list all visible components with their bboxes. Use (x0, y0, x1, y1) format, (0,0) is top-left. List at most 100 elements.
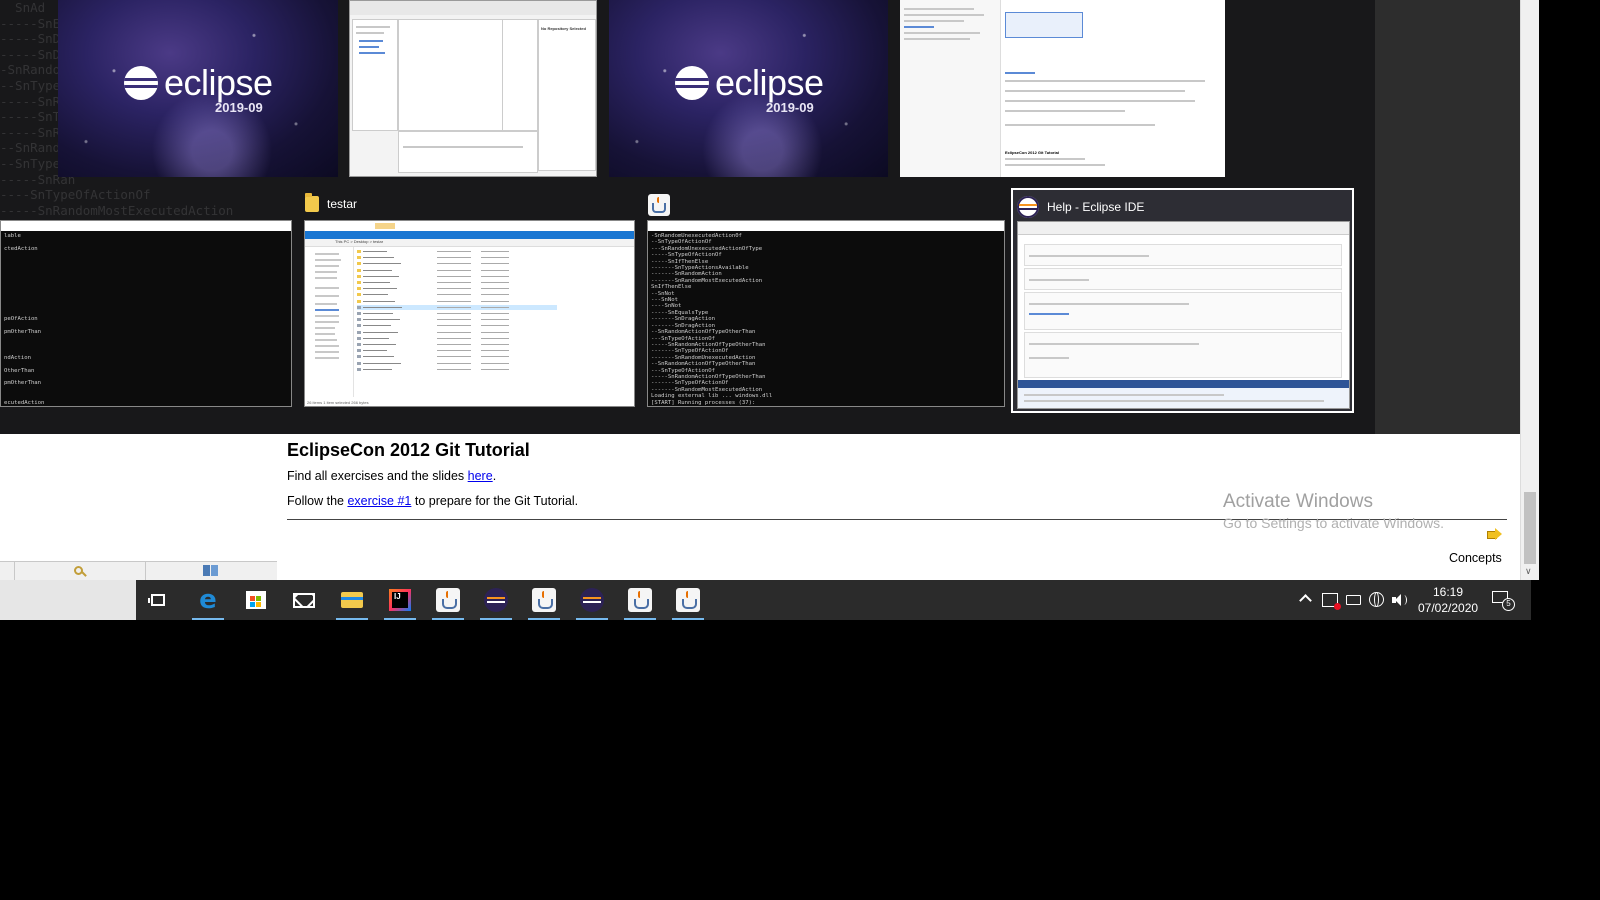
explorer-path: This PC > Desktop > testar (335, 239, 384, 244)
git-repositories-view: No Repository Selected (538, 19, 596, 171)
clock-time: 16:19 (1432, 585, 1464, 599)
clock-date: 07/02/2020 (1418, 601, 1479, 615)
mail-icon[interactable] (284, 580, 324, 620)
file-row[interactable] (357, 317, 557, 322)
file-row[interactable] (357, 367, 557, 372)
scroll-down-arrow-icon[interactable]: ∨ (1525, 566, 1532, 577)
here-link[interactable]: here (468, 469, 493, 483)
eclipse-splash-thumbnail-2[interactable]: eclipse 2019-09 (609, 0, 888, 177)
console-output-java: -SnRandomUnexecutedAction0f --SnTypeOfAc… (651, 233, 860, 406)
explorer-address-bar: This PC > Desktop > testar (305, 239, 634, 247)
file-row[interactable] (357, 268, 557, 273)
eclipse-icon[interactable] (476, 580, 516, 620)
eclipse-wordmark: eclipse (715, 62, 824, 103)
file-explorer-icon[interactable] (332, 580, 372, 620)
file-row[interactable] (357, 274, 557, 279)
eclipse-ide-thumbnail[interactable]: No Repository Selected (349, 0, 597, 177)
problems-view (398, 131, 538, 173)
file-row[interactable] (357, 311, 557, 316)
vertical-scrollbar[interactable]: ∨ (1520, 0, 1539, 580)
follow-line: Follow the exercise #1 to prepare for th… (287, 494, 579, 508)
help-toc-pane (0, 434, 278, 580)
help-toc-tabs (0, 561, 277, 581)
folder-icon (305, 193, 319, 212)
clock[interactable]: 16:19 07/02/2020 (1418, 585, 1478, 615)
security-warning-icon[interactable] (1322, 593, 1341, 610)
intellij-icon[interactable]: IJ (380, 580, 420, 620)
volume-speaker-icon[interactable] (1391, 592, 1407, 608)
bookmarks-book-icon[interactable] (203, 565, 219, 577)
file-row[interactable] (357, 354, 557, 359)
file-row[interactable] (357, 280, 557, 285)
no-repository-label: No Repository Selected (541, 26, 586, 31)
exercise-1-link[interactable]: exercise #1 (347, 494, 411, 508)
file-row[interactable] (357, 304, 557, 310)
exercises-line: Find all exercises and the slides here. (287, 469, 497, 483)
ide-toolbar (350, 1, 596, 15)
show-hidden-icons-chevron-icon[interactable] (1299, 593, 1312, 607)
thumb-table (1005, 12, 1083, 38)
explorer-ribbon-tabs (305, 231, 634, 239)
file-row[interactable] (357, 330, 557, 335)
activate-windows-subtext: Go to Settings to activate Windows. (1223, 515, 1444, 531)
notification-count-badge: 5 (1502, 598, 1515, 611)
scrollbar-thumb[interactable] (1524, 492, 1536, 564)
activate-windows-watermark: Activate Windows (1223, 491, 1373, 512)
eclipse-wordmark: eclipse (164, 62, 273, 103)
action-center-icon[interactable]: 5 (1492, 591, 1515, 611)
eclipse-version: 2019-09 (766, 100, 814, 115)
page-title: EclipseCon 2012 Git Tutorial (287, 440, 530, 460)
file-row[interactable] (357, 342, 557, 347)
file-row[interactable] (357, 299, 557, 304)
help-toc (900, 0, 1001, 177)
console-output-1: lable ctedAction peOfAction pmOtherThan … (4, 233, 55, 406)
help-window-title: Help - Eclipse IDE (1047, 200, 1145, 214)
background-right-panel (1375, 0, 1520, 434)
eclipse-logo-icon (675, 66, 709, 100)
java-icon[interactable] (668, 580, 708, 620)
network-globe-icon[interactable] (1369, 592, 1384, 607)
file-row[interactable] (357, 323, 557, 328)
java-window-label[interactable] (648, 194, 670, 216)
explorer-window-label[interactable]: testar (305, 193, 358, 212)
console-window-1[interactable]: lable ctedAction peOfAction pmOtherThan … (0, 220, 292, 407)
file-row[interactable] (357, 261, 557, 266)
thumb-heading: EclipseCon 2012 Git Tutorial (1005, 150, 1059, 155)
file-row[interactable] (357, 348, 557, 353)
help-window-selected[interactable]: Help - Eclipse IDE (1011, 188, 1354, 413)
file-row[interactable] (357, 336, 557, 341)
help-window-preview (1017, 221, 1350, 409)
java-icon (648, 194, 670, 216)
task-view-icon[interactable] (138, 580, 178, 620)
eclipse-logo-icon (124, 66, 158, 100)
eclipse-splash-thumbnail-1[interactable]: eclipse 2019-09 (58, 0, 338, 177)
edge-icon[interactable]: e (188, 580, 228, 620)
explorer-status-bar: 26 items 1 item selected 266 bytes (307, 400, 369, 405)
explorer-file-list (357, 249, 627, 389)
concepts-link[interactable]: Concepts (1449, 551, 1502, 565)
explorer-nav-pane (305, 247, 354, 397)
java-icon[interactable] (620, 580, 660, 620)
battery-icon[interactable] (1346, 595, 1361, 605)
help-window-label: Help - Eclipse IDE (1017, 196, 1144, 218)
console-window-java[interactable]: -SnRandomUnexecutedAction0f --SnTypeOfAc… (647, 220, 1005, 407)
explorer-window[interactable]: This PC > Desktop > testar 26 items 1 it… (304, 220, 635, 407)
file-row[interactable] (357, 286, 557, 291)
search-results-icon[interactable] (72, 564, 88, 578)
file-row[interactable] (357, 292, 557, 297)
explorer-window-title: testar (327, 197, 358, 211)
java-icon[interactable] (524, 580, 564, 620)
file-row[interactable] (357, 249, 557, 254)
eclipse-version: 2019-09 (215, 100, 263, 115)
file-row[interactable] (357, 361, 557, 366)
java-icon[interactable] (428, 580, 468, 620)
eclipse-icon[interactable] (572, 580, 612, 620)
outline-view (502, 19, 538, 131)
package-explorer (352, 19, 398, 131)
store-icon[interactable] (236, 580, 276, 620)
explorer-title-bar (305, 221, 634, 231)
help-browser-thumbnail[interactable]: EclipseCon 2012 Git Tutorial (900, 0, 1225, 177)
file-row[interactable] (357, 255, 557, 260)
taskbar-search-area[interactable] (0, 580, 136, 620)
next-arrow-icon[interactable] (1487, 528, 1503, 540)
